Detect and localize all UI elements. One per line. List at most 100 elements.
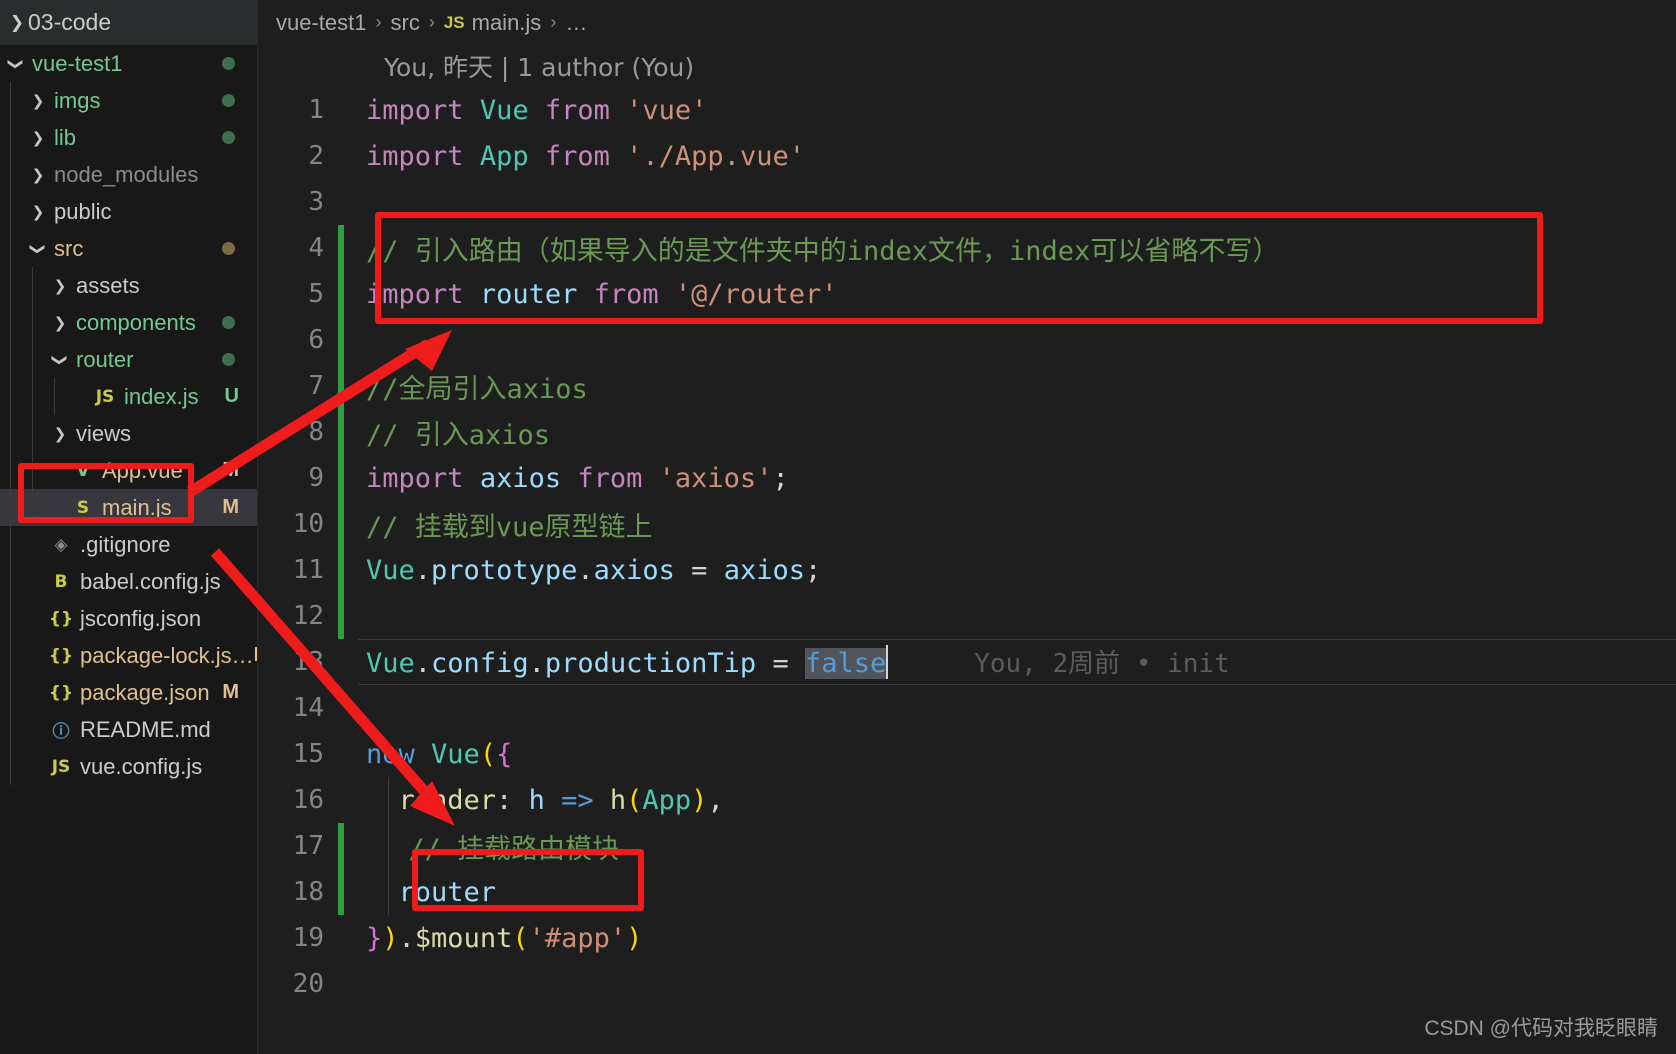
code-token: : xyxy=(496,784,529,816)
code-line-text[interactable]: router xyxy=(344,877,497,908)
chevron-down-icon[interactable]: ❯ xyxy=(29,239,47,259)
code-line-text[interactable]: import router from '@/router' xyxy=(344,279,837,310)
tree-item-components[interactable]: ❯ components xyxy=(0,304,257,341)
indent-guide xyxy=(32,341,33,378)
breadcrumb-item-project[interactable]: vue-test1 xyxy=(276,10,367,36)
code-token: 'axios' xyxy=(658,462,773,494)
code-token: new xyxy=(366,738,415,770)
breadcrumb-item-symbols[interactable]: … xyxy=(565,10,587,36)
breadcrumb-item-src[interactable]: src xyxy=(391,10,420,36)
breadcrumb-item-file[interactable]: main.js xyxy=(472,10,542,36)
tree-item-lib[interactable]: ❯ lib xyxy=(0,119,257,156)
code-line-20[interactable]: 20 xyxy=(258,961,1676,1007)
indent-guide xyxy=(10,711,11,748)
code-line-text[interactable]: // 引入axios xyxy=(344,413,550,452)
indent-guide xyxy=(10,378,11,415)
tree-item-vue-config-js[interactable]: JS vue.config.js xyxy=(0,748,257,785)
code-line-13[interactable]: 13 Vue.config.productionTip = false You, 2… xyxy=(258,639,1676,685)
tree-item-main-js[interactable]: Smain.js M xyxy=(0,489,257,526)
tree-item-imgs[interactable]: ❯ imgs xyxy=(0,82,257,119)
code-line-text[interactable]: // 挂载路由模块 xyxy=(344,827,619,866)
chevron-right-icon[interactable]: ❯ xyxy=(50,277,70,295)
code-line-6[interactable]: 6 xyxy=(258,317,1676,363)
code-line-text[interactable]: }).$mount('#app') xyxy=(344,923,642,954)
code-line-text[interactable]: Vue.config.productionTip = false You, 2周前… xyxy=(344,643,1230,682)
code-line-text[interactable]: render: h => h(App), xyxy=(344,785,724,816)
file-type-icon: {} xyxy=(48,608,74,629)
chevron-right-icon[interactable]: ❯ xyxy=(28,129,48,147)
code-line-9[interactable]: 9 import axios from 'axios'; xyxy=(258,455,1676,501)
code-token: ( xyxy=(479,738,497,770)
indent-guide xyxy=(32,304,33,341)
code-token: //全局引入axios xyxy=(366,373,588,405)
code-line-17[interactable]: 17 // 挂载路由模块 xyxy=(258,823,1676,869)
code-line-12[interactable]: 12 xyxy=(258,593,1676,639)
chevron-down-icon[interactable]: ❯ xyxy=(51,350,69,370)
line-number: 20 xyxy=(292,969,324,999)
tree-item-babel-config-js[interactable]: Bbabel.config.js xyxy=(0,563,257,600)
code-line-4[interactable]: 4 // 引入路由（如果导入的是文件夹中的index文件，index可以省略不写） xyxy=(258,225,1676,271)
chevron-down-icon[interactable]: ❯ xyxy=(7,54,25,74)
code-line-text[interactable]: //全局引入axios xyxy=(344,367,588,406)
tree-item-views[interactable]: ❯ views xyxy=(0,415,257,452)
code-line-text[interactable]: Vue.prototype.axios = axios; xyxy=(344,555,821,586)
code-token: ( xyxy=(626,784,643,816)
code-line-text[interactable]: import axios from 'axios'; xyxy=(344,463,789,494)
tree-item--gitignore[interactable]: ◈ .gitignore xyxy=(0,526,257,563)
code-editor[interactable]: 1 import Vue from 'vue' 2 import App from '… xyxy=(258,87,1676,1007)
code-token: axios xyxy=(593,554,675,586)
code-line-3[interactable]: 3 xyxy=(258,179,1676,225)
tree-item-router[interactable]: ❯ router xyxy=(0,341,257,378)
chevron-right-icon[interactable]: ❯ xyxy=(28,203,48,221)
tree-item-vue-test1[interactable]: ❯ vue-test1 xyxy=(0,45,257,82)
code-line-text[interactable]: // 引入路由（如果导入的是文件夹中的index文件，index可以省略不写） xyxy=(344,229,1279,268)
indent-guide xyxy=(10,674,11,711)
code-token: ) xyxy=(691,784,708,816)
tree-item-assets[interactable]: ❯ assets xyxy=(0,267,257,304)
code-line-14[interactable]: 14 xyxy=(258,685,1676,731)
breadcrumb[interactable]: vue-test1 › src › JS main.js › … xyxy=(258,0,1676,45)
tree-item-jsconfig-json[interactable]: {} jsconfig.json xyxy=(0,600,257,637)
tree-item-index-js[interactable]: JS index.js U xyxy=(0,378,257,415)
selected-token[interactable]: false xyxy=(804,647,887,679)
code-line-15[interactable]: 15 new Vue({ xyxy=(258,731,1676,777)
code-line-text[interactable]: new Vue({ xyxy=(344,739,512,770)
tree-item-label: package-lock.js… xyxy=(80,642,254,668)
chevron-right-icon[interactable]: ❯ xyxy=(50,425,70,443)
explorer-root-header[interactable]: ❯ 03-code xyxy=(0,0,257,45)
tree-item-package-json[interactable]: {} package.json M xyxy=(0,674,257,711)
code-line-19[interactable]: 19}).$mount('#app') xyxy=(258,915,1676,961)
indent-guide xyxy=(10,267,11,304)
code-line-8[interactable]: 8 // 引入axios xyxy=(258,409,1676,455)
code-line-16[interactable]: 16 render: h => h(App), xyxy=(258,777,1676,823)
git-status-badge: M xyxy=(222,496,239,518)
line-number: 13 xyxy=(292,647,324,677)
code-token: axios xyxy=(723,554,805,586)
code-line-text[interactable]: // 挂载到vue原型链上 xyxy=(344,505,653,544)
code-line-10[interactable]: 10 // 挂载到vue原型链上 xyxy=(258,501,1676,547)
code-line-18[interactable]: 18 router xyxy=(258,869,1676,915)
tree-item-node-modules[interactable]: ❯ node_modules xyxy=(0,156,257,193)
tree-item-readme-md[interactable]: ⓘ README.md xyxy=(0,711,257,748)
tree-item-src[interactable]: ❯ src xyxy=(0,230,257,267)
code-token: // 引入路由（如果导入的是文件夹中的index文件，index可以省略不写） xyxy=(366,235,1280,267)
line-number: 1 xyxy=(308,95,324,125)
code-line-11[interactable]: 11 Vue.prototype.axios = axios; xyxy=(258,547,1676,593)
git-status-badge: M xyxy=(222,681,239,703)
tree-item-public[interactable]: ❯ public xyxy=(0,193,257,230)
code-line-7[interactable]: 7 //全局引入axios xyxy=(258,363,1676,409)
code-line-2[interactable]: 2 import App from './App.vue' xyxy=(258,133,1676,179)
git-status-dot xyxy=(222,131,235,144)
chevron-right-icon[interactable]: ❯ xyxy=(28,92,48,110)
chevron-right-icon: › xyxy=(375,12,382,32)
code-line-text[interactable]: import Vue from 'vue' xyxy=(344,95,707,126)
code-line-5[interactable]: 5 import router from '@/router' xyxy=(258,271,1676,317)
code-token: import xyxy=(366,140,464,172)
tree-item-app-vue[interactable]: V App.vue M xyxy=(0,452,257,489)
chevron-right-icon[interactable]: ❯ xyxy=(28,166,48,184)
code-line-1[interactable]: 1 import Vue from 'vue' xyxy=(258,87,1676,133)
tree-item-package-lock-js-[interactable]: {}package-lock.js…M xyxy=(0,637,257,674)
code-line-text[interactable]: import App from './App.vue' xyxy=(344,141,805,172)
chevron-right-icon[interactable]: ❯ xyxy=(50,314,70,332)
code-token: Vue xyxy=(366,647,415,679)
